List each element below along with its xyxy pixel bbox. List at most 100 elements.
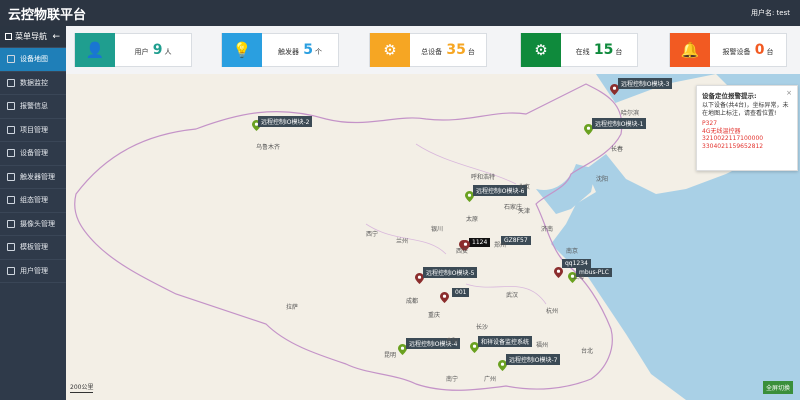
city-label: 贵阳 [446, 338, 459, 345]
city-label: 兰州 [396, 238, 409, 245]
sidebar-item[interactable]: 报警信息 [0, 95, 66, 119]
city-label: 长春 [611, 146, 624, 153]
sidebar-item[interactable]: 数据监控 [0, 72, 66, 95]
map-marker-label[interactable]: 001 [452, 288, 470, 297]
stat-text: 在线 15 台 [561, 42, 637, 58]
sidebar-item-label: 设备管理 [20, 149, 48, 158]
user-icon: 👤 [75, 33, 115, 67]
top-bar: 云控物联平台 用户名: test [0, 0, 800, 26]
stat-text: 用户 9人 [115, 42, 191, 58]
map-marker-label[interactable]: 远程控制IO模块-3 [618, 78, 673, 89]
city-label: 石家庄 [504, 204, 523, 211]
stat-value: 35 [446, 42, 466, 58]
sidebar-item-label: 报警信息 [20, 102, 48, 111]
city-label: 杭州 [546, 308, 559, 315]
device-map[interactable]: 远程控制IO模块-3 远程控制IO模块-2 远程控制IO模块-1 远程控制IO模块-6… [66, 74, 800, 400]
city-label: 武汉 [506, 292, 519, 299]
menu-item-icon [7, 55, 15, 64]
map-marker-label[interactable]: 远程控制IO模块-2 [258, 116, 313, 127]
location-alert-popup: × 设备定位报警提示: 以下设备(共4台)，坐标异常，未在地图上标注，请查看位置… [696, 85, 798, 171]
sidebar-item-label: 项目管理 [20, 125, 48, 134]
city-label: 哈尔滨 [621, 110, 640, 117]
map-pin-icon[interactable] [554, 267, 563, 278]
city-label: 南宁 [446, 376, 459, 383]
grid-icon [5, 33, 12, 40]
city-label: 郑州 [494, 242, 507, 249]
alert-device-id: 3210022117100000 [702, 135, 764, 142]
city-label: 南京 [566, 248, 579, 255]
stat-card[interactable]: 👤 用户 9人 [74, 33, 192, 67]
sidebar-item[interactable]: 模板管理 [0, 236, 66, 260]
city-label: 西宁 [366, 231, 379, 238]
menu-item-icon [7, 125, 15, 134]
sidebar-item[interactable]: 用户管理 [0, 260, 66, 283]
sidebar-item-label: 触发器管理 [20, 172, 55, 181]
sidebar-item-label: 用户管理 [20, 266, 48, 275]
city-label: 台北 [581, 348, 594, 355]
stat-card[interactable]: 🔔 报警设备 0台 [669, 33, 787, 67]
map-marker-label[interactable]: qq1234 [562, 259, 591, 268]
stat-label: 在线 [575, 48, 590, 56]
city-label: 昆明 [384, 352, 397, 359]
fullscreen-toggle-button[interactable]: 全屏切换 [763, 381, 794, 394]
stat-card[interactable]: ⚙ 在线 15 台 [520, 33, 638, 67]
city-label: 沈阳 [596, 176, 609, 183]
stat-card[interactable]: ⚙ 总设备 35 台 [369, 33, 487, 67]
map-marker-label[interactable]: 远程控制IO模块-7 [506, 354, 561, 365]
collapse-arrow-icon[interactable]: ← [52, 32, 60, 42]
city-label: 成都 [406, 298, 419, 305]
alert-device-id: 3304021159652812 [702, 142, 764, 150]
sidebar-item[interactable]: 设备管理 [0, 142, 66, 166]
alert-device-id: 4G无线温控器 [702, 127, 741, 135]
city-label: 西安 [456, 248, 469, 255]
stat-label: 触发器 [278, 48, 299, 56]
user-menu[interactable]: 用户名: test [751, 8, 790, 18]
alert-device-id: P327 [702, 120, 718, 127]
sidebar-item-label: 模板管理 [20, 243, 48, 252]
stat-unit: 个 [314, 48, 322, 56]
alert-title: 设备定位报警提示: [702, 92, 757, 100]
map-marker-label[interactable]: 远程控制IO模块-1 [592, 118, 647, 129]
sidebar-item-label: 组态管理 [20, 196, 48, 205]
city-label: 福州 [536, 342, 549, 349]
map-marker-label[interactable]: 远程控制IO模块-5 [423, 267, 478, 278]
map-pin-icon[interactable] [440, 292, 449, 303]
stat-value: 15 [593, 42, 614, 58]
menu-header: 菜单导航 ← [0, 26, 66, 48]
stat-card[interactable]: 💡 触发器 5个 [221, 33, 339, 67]
stat-unit: 台 [615, 48, 623, 56]
sidebar-item[interactable]: 设备地图 [0, 48, 66, 72]
bell-icon: 🔔 [670, 33, 710, 67]
sidebar: 菜单导航 ← 设备地图数据监控报警信息项目管理设备管理触发器管理组态管理摄像头管… [0, 26, 66, 400]
sidebar-item[interactable]: 摄像头管理 [0, 213, 66, 236]
city-label: 重庆 [428, 312, 441, 319]
stat-value: 0 [754, 42, 765, 58]
menu-item-icon [7, 102, 15, 111]
city-label: 济南 [541, 226, 554, 233]
sidebar-item-label: 设备地图 [20, 55, 48, 64]
menu-item-icon [7, 172, 15, 181]
menu-item-icon [7, 243, 15, 252]
stat-value: 9 [152, 42, 163, 58]
map-marker-label[interactable]: 和祥设备监控系统 [478, 336, 533, 347]
app-title: 云控物联平台 [8, 8, 87, 23]
stat-label: 用户 [134, 48, 149, 56]
bulb-icon: 💡 [222, 33, 262, 67]
sidebar-item[interactable]: 组态管理 [0, 189, 66, 213]
stat-unit: 台 [467, 48, 475, 56]
map-marker-label[interactable]: 1124 [469, 238, 491, 247]
city-label: 银川 [431, 226, 444, 233]
city-label: 长沙 [476, 324, 489, 331]
sidebar-item[interactable]: 项目管理 [0, 119, 66, 142]
sidebar-item-label: 数据监控 [20, 78, 48, 87]
stat-unit: 台 [766, 48, 774, 56]
close-icon[interactable]: × [786, 89, 792, 97]
alert-body: 以下设备(共4台)，坐标异常，未在地图上标注，请查看位置! [702, 102, 789, 117]
city-label: 上海 [572, 274, 585, 281]
menu-item-icon [7, 78, 15, 87]
menu-item-icon [7, 266, 15, 275]
sidebar-item[interactable]: 触发器管理 [0, 166, 66, 189]
stat-label: 报警设备 [722, 48, 751, 56]
stat-value: 5 [303, 42, 313, 58]
map-canvas [66, 74, 800, 400]
